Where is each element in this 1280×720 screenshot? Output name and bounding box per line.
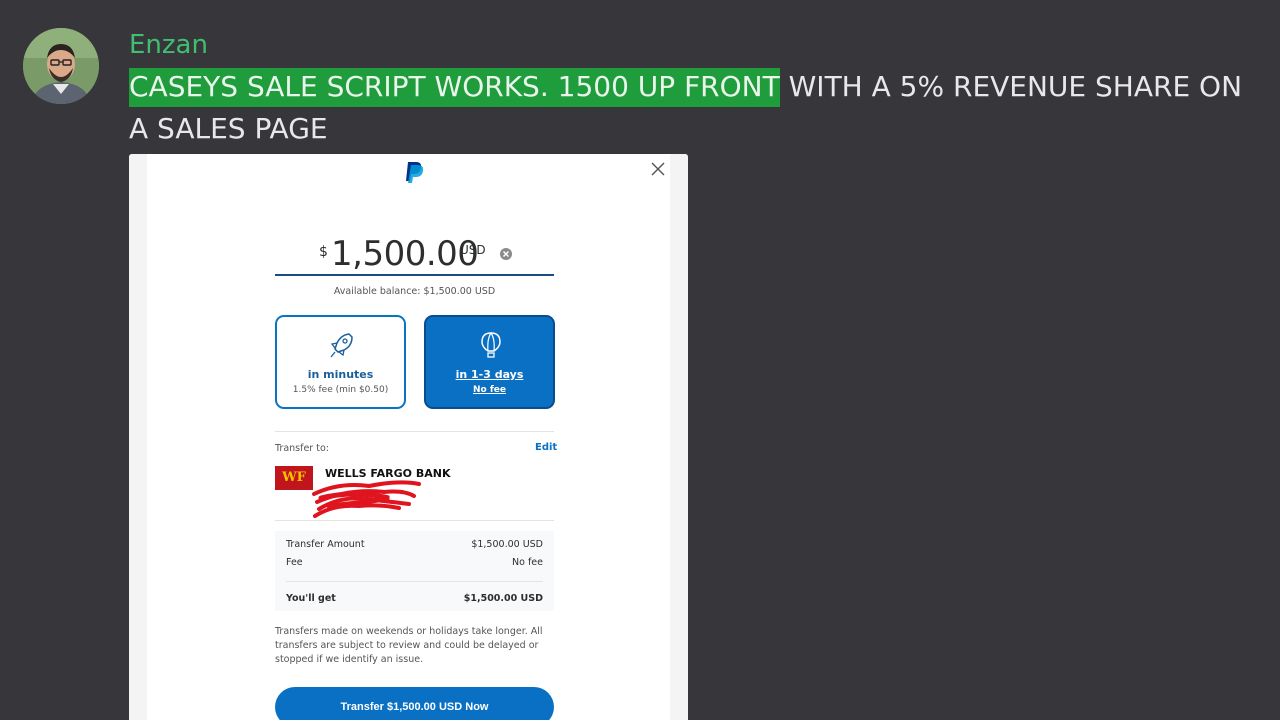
available-balance: Available balance: $1,500.00 USD: [333, 286, 496, 297]
fee-row: Fee No fee: [286, 557, 543, 568]
redaction-scribble: [312, 480, 421, 518]
attached-screenshot[interactable]: $ 1,500.00 USD Available balance: $1,500…: [129, 154, 688, 720]
transfer-amount-label: Transfer Amount: [286, 539, 365, 550]
instant-transfer-option[interactable]: in minutes 1.5% fee (min $0.50): [275, 315, 406, 409]
avatar-image: [23, 28, 99, 104]
paypal-logo-icon: [406, 162, 424, 183]
fee-label: Fee: [286, 557, 303, 568]
transfer-summary: Transfer Amount $1,500.00 USD Fee No fee…: [275, 531, 554, 611]
currency-code: USD: [460, 243, 486, 257]
summary-divider: [286, 581, 543, 582]
fee-value: No fee: [512, 557, 543, 568]
message-text: CASEYS SALE SCRIPT WORKS. 1500 UP FRONT …: [129, 66, 1249, 150]
edit-link[interactable]: Edit: [535, 442, 557, 453]
transfer-now-button[interactable]: Transfer $1,500.00 USD Now: [275, 687, 554, 720]
option-title: in 1-3 days: [455, 368, 524, 381]
you-get-value: $1,500.00 USD: [463, 593, 543, 604]
clear-amount-icon[interactable]: [499, 247, 513, 261]
you-get-row: You'll get $1,500.00 USD: [286, 593, 543, 604]
option-fee: No fee: [473, 385, 506, 395]
option-title: in minutes: [307, 368, 374, 381]
you-get-label: You'll get: [286, 593, 336, 604]
transfer-amount-value: $1,500.00 USD: [471, 539, 543, 550]
disclaimer-text: Transfers made on weekends or holidays t…: [275, 626, 543, 665]
bank-logo: WF: [275, 466, 313, 490]
option-fee: 1.5% fee (min $0.50): [292, 385, 389, 395]
close-icon[interactable]: [649, 160, 667, 178]
standard-transfer-option[interactable]: in 1-3 days No fee: [424, 315, 555, 409]
transfer-to-label: Transfer to:: [275, 443, 329, 454]
screenshot-left-margin: [129, 154, 147, 720]
currency-symbol: $: [319, 244, 328, 260]
rocket-icon: [330, 333, 353, 358]
amount-input[interactable]: $ 1,500.00 USD: [275, 234, 554, 276]
chat-message: Enzan CASEYS SALE SCRIPT WORKS. 1500 UP …: [0, 0, 1280, 720]
divider: [275, 520, 554, 521]
amount-value: 1,500.00: [331, 234, 479, 274]
divider: [275, 431, 554, 432]
screenshot-right-margin: [670, 154, 688, 720]
transfer-amount-row: Transfer Amount $1,500.00 USD: [286, 539, 543, 550]
balloon-icon: [481, 332, 501, 358]
avatar[interactable]: [23, 28, 99, 104]
message-highlighted-text: CASEYS SALE SCRIPT WORKS. 1500 UP FRONT: [129, 68, 780, 107]
username[interactable]: Enzan: [129, 28, 208, 62]
